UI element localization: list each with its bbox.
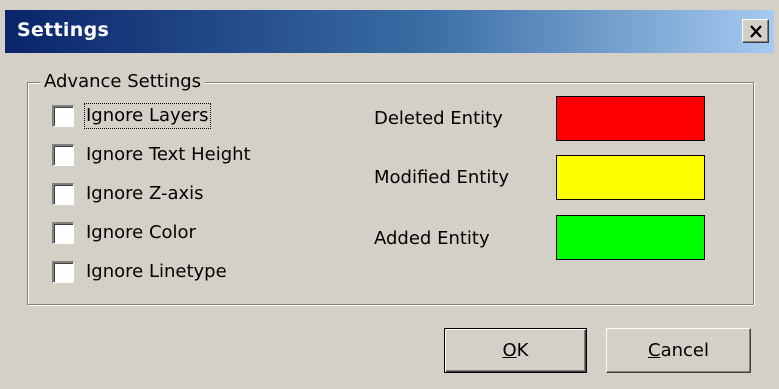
deleted-entity-color-swatch[interactable] (556, 96, 705, 141)
ignore-linetype-row[interactable]: Ignore Linetype (52, 259, 227, 285)
ok-button[interactable]: OK (444, 328, 587, 373)
ignore-layers-checkbox[interactable] (52, 105, 74, 127)
ignore-z-axis-checkbox[interactable] (52, 183, 74, 205)
window-title: Settings (17, 19, 110, 41)
ok-button-label: OK (502, 340, 529, 361)
advance-settings-legend: Advance Settings (40, 71, 206, 93)
ignore-linetype-label[interactable]: Ignore Linetype (86, 261, 227, 283)
ignore-z-axis-row[interactable]: Ignore Z-axis (52, 181, 204, 207)
modified-entity-label: Modified Entity (374, 167, 510, 188)
ignore-color-checkbox[interactable] (52, 222, 74, 244)
settings-dialog: Settings Advance Settings Ignore Layers … (0, 0, 779, 389)
ignore-z-axis-label[interactable]: Ignore Z-axis (86, 183, 204, 205)
ignore-layers-row[interactable]: Ignore Layers (52, 103, 211, 129)
ignore-layers-label[interactable]: Ignore Layers (84, 103, 211, 129)
ignore-text-height-row[interactable]: Ignore Text Height (52, 142, 251, 168)
cancel-button-label: Cancel (648, 340, 709, 361)
added-entity-color-swatch[interactable] (556, 215, 705, 260)
close-icon (749, 24, 762, 38)
ignore-linetype-checkbox[interactable] (52, 261, 74, 283)
title-bar[interactable]: Settings (5, 10, 774, 53)
deleted-entity-label: Deleted Entity (374, 108, 503, 129)
cancel-button[interactable]: Cancel (606, 328, 751, 373)
ignore-color-row[interactable]: Ignore Color (52, 220, 196, 246)
ignore-text-height-label[interactable]: Ignore Text Height (86, 144, 251, 166)
ignore-text-height-checkbox[interactable] (52, 144, 74, 166)
added-entity-label: Added Entity (374, 228, 490, 249)
modified-entity-color-swatch[interactable] (556, 155, 705, 200)
ignore-color-label[interactable]: Ignore Color (86, 222, 196, 244)
close-button[interactable] (742, 19, 769, 43)
